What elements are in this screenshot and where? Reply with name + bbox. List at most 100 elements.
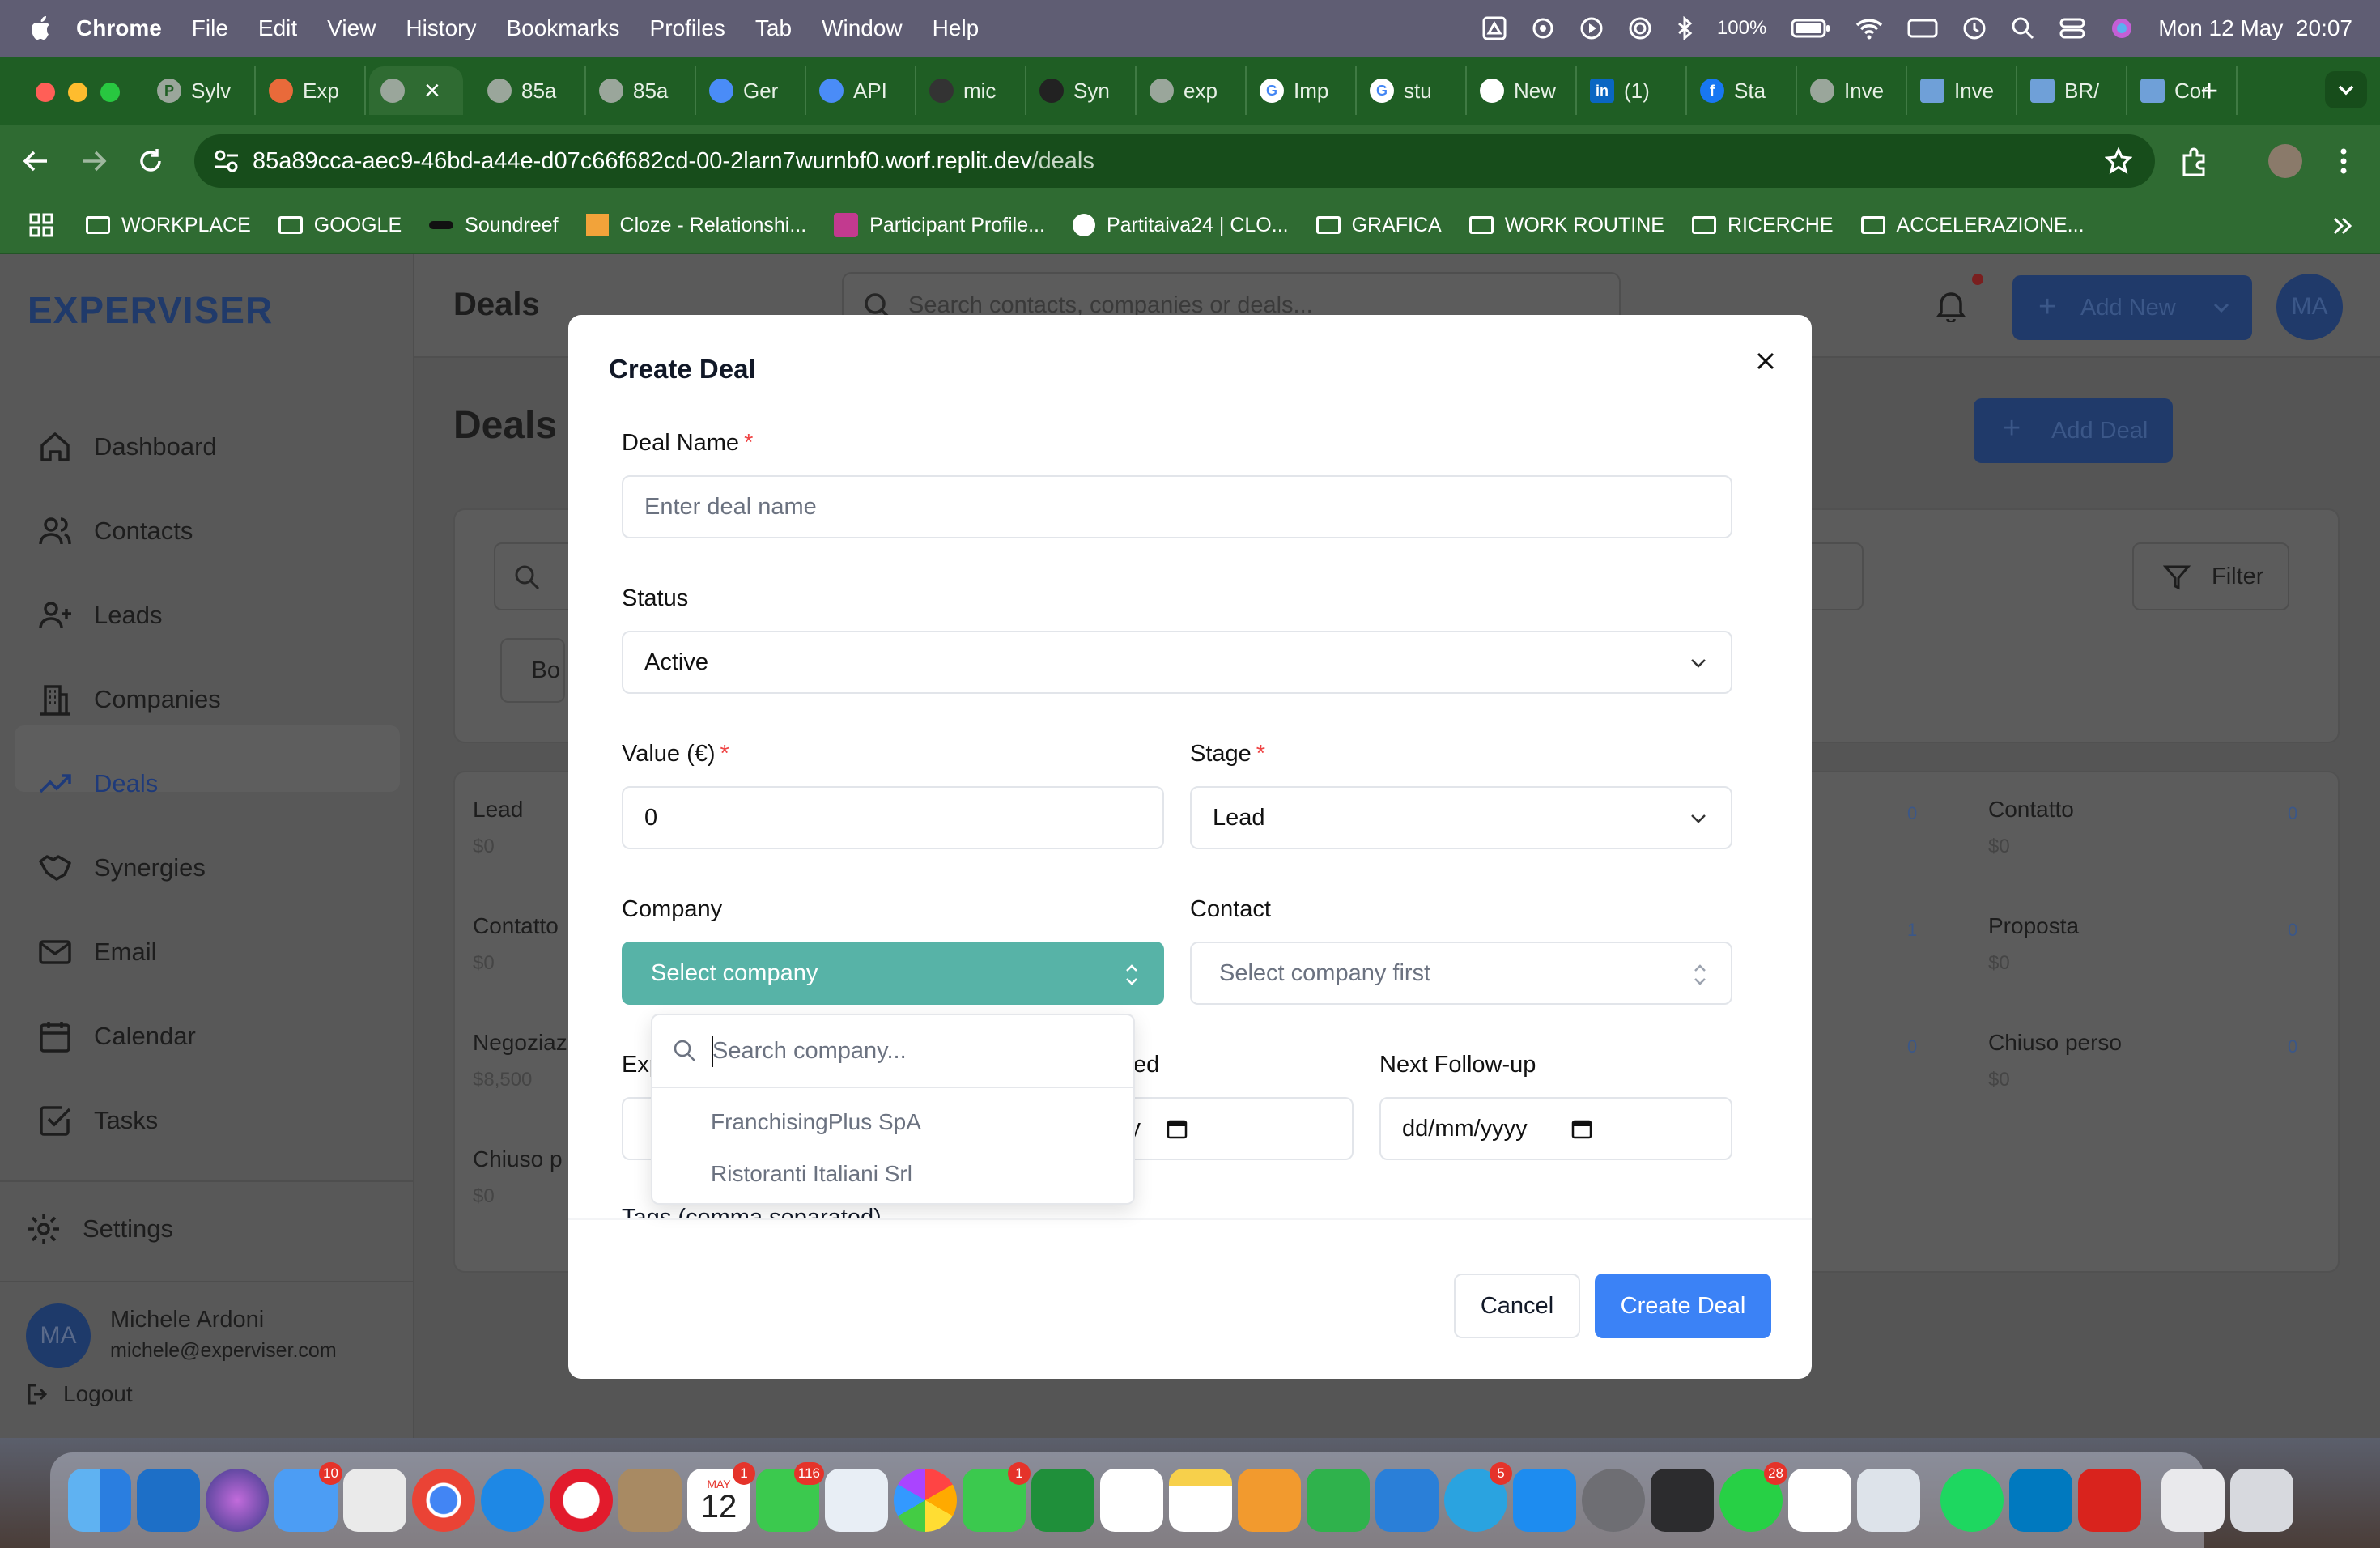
back-icon[interactable] xyxy=(23,149,49,173)
bell-icon[interactable] xyxy=(1936,290,1966,322)
value-input[interactable]: 0 xyxy=(622,786,1164,849)
menu-file[interactable]: File xyxy=(192,15,228,41)
next-followup-date-input[interactable]: dd/mm/yyyy xyxy=(1379,1097,1732,1160)
browser-tab[interactable]: Gstu xyxy=(1358,66,1467,115)
numbers-icon[interactable] xyxy=(1307,1469,1370,1532)
menubar-datetime[interactable]: Mon 12 May 20:07 xyxy=(2158,15,2352,41)
siri-icon[interactable] xyxy=(206,1469,269,1532)
siri-icon[interactable] xyxy=(2110,16,2134,40)
menu-edit[interactable]: Edit xyxy=(258,15,297,41)
forward-icon[interactable] xyxy=(81,149,107,173)
bookmark-folder[interactable]: RICERCHE xyxy=(1691,214,1834,237)
menu-help[interactable]: Help xyxy=(933,15,980,41)
view-toggle-button[interactable]: Bo xyxy=(500,638,565,703)
browser-tab[interactable]: 85a xyxy=(476,66,586,115)
maximize-window-button[interactable] xyxy=(100,83,120,102)
launchpad-icon[interactable] xyxy=(343,1469,406,1532)
iphone-mirroring-icon[interactable] xyxy=(1857,1469,1920,1532)
new-tab-button[interactable]: + xyxy=(2200,76,2218,107)
bookmark-link[interactable]: Partitaiva24 | CLO... xyxy=(1072,214,1289,237)
bookmark-link[interactable]: Participant Profile... xyxy=(834,213,1045,237)
nav-item-calendar[interactable]: Calendar xyxy=(37,1012,196,1061)
bookmark-link[interactable]: Cloze - Relationshi... xyxy=(585,214,806,237)
chrome-icon[interactable] xyxy=(412,1469,475,1532)
logout-button[interactable]: Logout xyxy=(26,1381,133,1407)
acrobat-icon[interactable] xyxy=(2078,1469,2141,1532)
chat-icon[interactable] xyxy=(1031,1469,1094,1532)
browser-tab[interactable]: Syn xyxy=(1028,66,1137,115)
browser-tab[interactable]: Ger xyxy=(698,66,806,115)
site-settings-icon[interactable] xyxy=(214,149,240,173)
address-bar[interactable]: 85a89cca-aec9-46bd-a44e-d07c66f682cd-00-… xyxy=(194,134,2155,188)
company-option[interactable]: FranchisingPlus SpA xyxy=(652,1096,1133,1148)
nav-item-settings[interactable]: Settings xyxy=(26,1205,173,1253)
stage-select[interactable]: Lead xyxy=(1190,786,1732,849)
menu-app-name[interactable]: Chrome xyxy=(76,15,162,41)
contacts-icon[interactable] xyxy=(618,1469,682,1532)
safari-icon[interactable] xyxy=(481,1469,544,1532)
chatgpt-icon[interactable] xyxy=(1788,1469,1851,1532)
bookmark-folder[interactable]: ACCELERAZIONE... xyxy=(1860,214,2085,237)
browser-tab[interactable]: exp xyxy=(1138,66,1247,115)
menu-view[interactable]: View xyxy=(327,15,376,41)
calendar-icon[interactable] xyxy=(1570,1116,1593,1141)
nav-item-synergies[interactable]: Synergies xyxy=(37,844,206,892)
opera-icon[interactable] xyxy=(550,1469,613,1532)
time-machine-icon[interactable] xyxy=(1962,16,1987,40)
more-menu-icon[interactable] xyxy=(2340,147,2348,175)
nav-item-email[interactable]: Email xyxy=(37,928,157,976)
airdrop-icon[interactable] xyxy=(1628,16,1652,40)
add-new-button[interactable]: + Add New xyxy=(2012,275,2252,340)
bookmark-folder[interactable]: GOOGLE xyxy=(278,214,402,237)
browser-tab[interactable]: Inve xyxy=(1909,66,2017,115)
close-window-button[interactable] xyxy=(36,83,55,102)
spotify-icon[interactable] xyxy=(1940,1469,2004,1532)
browser-tab[interactable]: G Imp xyxy=(1248,66,1357,115)
calendar-icon[interactable] xyxy=(1166,1116,1188,1141)
trash-icon[interactable] xyxy=(2230,1469,2293,1532)
contact-select[interactable]: Select company first xyxy=(1190,942,1732,1005)
battery-icon[interactable] xyxy=(1791,18,1831,39)
browser-tab[interactable]: mic xyxy=(918,66,1026,115)
play-icon[interactable] xyxy=(1579,16,1604,40)
calendar-app-icon[interactable]: MAY 12 1 xyxy=(687,1462,755,1532)
browser-tab[interactable]: P Sylv xyxy=(146,66,256,115)
nav-item-dashboard[interactable]: Dashboard xyxy=(37,423,217,471)
maps-icon[interactable] xyxy=(825,1469,888,1532)
bookmark-star-icon[interactable] xyxy=(2105,147,2132,175)
browser-tab[interactable]: in (1) xyxy=(1579,66,1687,115)
system-settings-icon[interactable] xyxy=(1582,1469,1645,1532)
avatar[interactable]: MA xyxy=(26,1303,91,1368)
apps-grid-icon[interactable] xyxy=(29,213,53,237)
trello-icon[interactable] xyxy=(2009,1469,2072,1532)
browser-tab[interactable]: Cor xyxy=(2129,66,2238,115)
bookmark-folder[interactable]: WORKPLACE xyxy=(86,214,251,237)
deal-name-input[interactable]: Enter deal name xyxy=(622,475,1732,538)
status-select[interactable]: Active xyxy=(622,631,1732,694)
menu-bookmarks[interactable]: Bookmarks xyxy=(506,15,619,41)
brand-logo[interactable]: EXPERVISER xyxy=(28,288,273,332)
menu-tab[interactable]: Tab xyxy=(755,15,792,41)
nav-item-tasks[interactable]: Tasks xyxy=(37,1096,158,1145)
browser-tab[interactable]: 85a xyxy=(588,66,696,115)
bookmark-folder[interactable]: GRAFICA xyxy=(1315,214,1442,237)
keynote-icon[interactable] xyxy=(1375,1469,1439,1532)
whatsapp-icon[interactable]: 28 xyxy=(1719,1462,1787,1532)
bluetooth-icon[interactable] xyxy=(1677,16,1693,40)
nav-item-leads[interactable]: Leads xyxy=(37,591,162,640)
company-search-input[interactable]: Search company... xyxy=(652,1015,1133,1088)
menu-history[interactable]: History xyxy=(406,15,476,41)
cancel-button[interactable]: Cancel xyxy=(1454,1274,1580,1338)
browser-tab[interactable]: New xyxy=(1468,66,1577,115)
telegram-icon[interactable]: 5 xyxy=(1444,1462,1512,1532)
browser-tab[interactable]: API xyxy=(808,66,916,115)
nav-item-companies[interactable]: Companies xyxy=(37,675,221,724)
extensions-icon[interactable] xyxy=(2179,147,2208,176)
more-bookmarks-icon[interactable] xyxy=(2331,215,2354,236)
phone-icon[interactable] xyxy=(1651,1469,1714,1532)
browser-tab-active[interactable]: × xyxy=(369,66,463,115)
messages-icon[interactable]: 116 xyxy=(756,1462,824,1532)
bookmark-folder[interactable]: WORK ROUTINE xyxy=(1468,214,1664,237)
outlook-icon[interactable] xyxy=(137,1469,200,1532)
browser-tab[interactable]: Inve xyxy=(1799,66,1907,115)
